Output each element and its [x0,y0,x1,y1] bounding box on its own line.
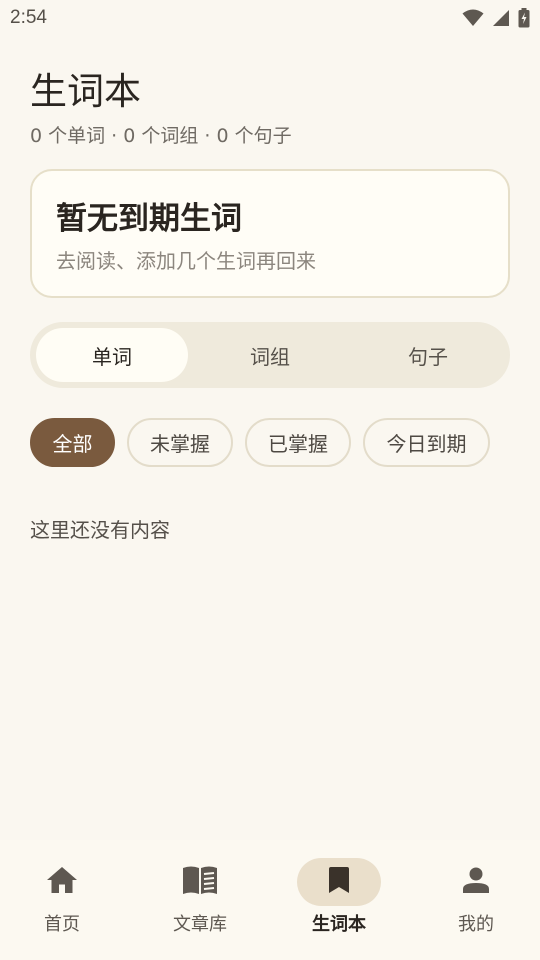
filter-chip-unmastered[interactable]: 未掌握 [127,418,233,467]
bottom-navigation: 首页 文章库 生词本 我的 [0,840,540,960]
person-icon [462,866,490,898]
nav-item-vocabulary[interactable]: 生词本 [279,858,399,948]
type-segmented-control: 单词 词组 句子 [30,322,510,388]
filter-chip-mastered[interactable]: 已掌握 [245,418,351,467]
due-card-description: 去阅读、添加几个生词再回来 [56,249,316,273]
book-icon [182,865,218,899]
status-bar: 2:54 [0,0,540,36]
word-count-summary: 0 个单词 · 0 个词组 · 0 个句子 [30,125,292,147]
nav-label-vocabulary: 生词本 [312,914,366,935]
nav-label-home: 首页 [44,914,80,935]
page-title: 生词本 [30,70,141,113]
status-time: 2:54 [10,7,47,28]
empty-state-text: 这里还没有内容 [30,518,170,542]
nav-label-profile: 我的 [458,914,494,935]
bookmark-icon [328,866,350,898]
home-icon [46,866,78,898]
due-card-title: 暂无到期生词 [56,201,242,237]
nav-item-profile[interactable]: 我的 [416,858,536,948]
wifi-icon [462,9,484,27]
segment-sentences[interactable]: 句子 [352,328,504,382]
segment-words[interactable]: 单词 [36,328,188,382]
filter-chip-due-today[interactable]: 今日到期 [363,418,490,467]
filter-chip-all[interactable]: 全部 [30,418,115,467]
nav-item-articles[interactable]: 文章库 [140,858,260,948]
battery-icon [518,8,530,28]
nav-item-home[interactable]: 首页 [2,858,122,948]
nav-label-articles: 文章库 [173,914,227,935]
segment-phrases[interactable]: 词组 [194,328,346,382]
due-review-card[interactable]: 暂无到期生词 去阅读、添加几个生词再回来 [30,169,510,298]
cellular-signal-icon [492,9,510,27]
status-icons [462,8,530,28]
